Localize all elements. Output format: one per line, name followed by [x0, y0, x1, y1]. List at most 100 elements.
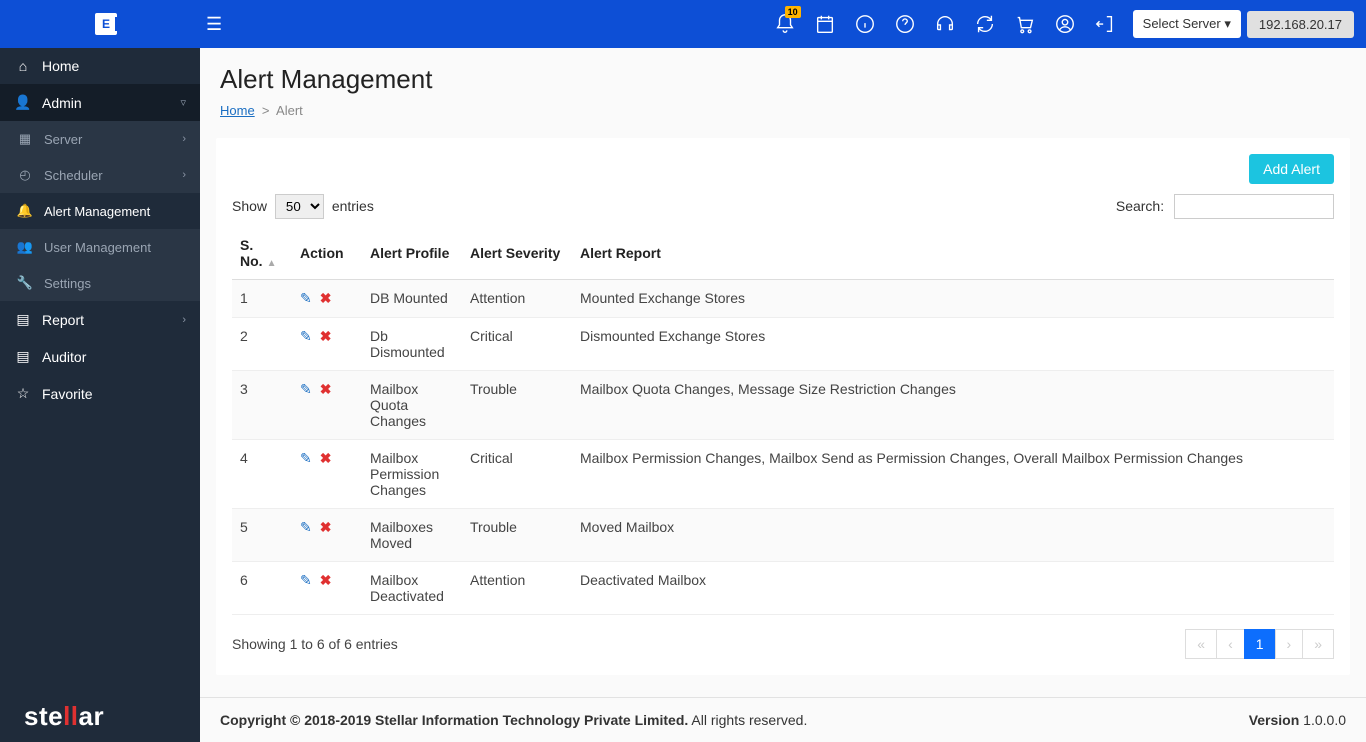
col-profile[interactable]: Alert Profile [362, 227, 462, 280]
cell-report: Mounted Exchange Stores [572, 280, 1334, 318]
version-value: 1.0.0.0 [1299, 712, 1346, 728]
sidebar-item-alert-management[interactable]: 🔔 Alert Management [0, 193, 200, 229]
edit-icon[interactable]: ✎ [300, 572, 312, 588]
page-last-button[interactable]: » [1302, 629, 1334, 659]
top-bar: E ☰ 10 Select Server ▾ 192.168.20.17 [0, 0, 1366, 48]
delete-icon[interactable]: ✖ [320, 450, 332, 466]
edit-icon[interactable]: ✎ [300, 290, 312, 306]
cell-action: ✎✖ [292, 371, 362, 440]
chevron-right-icon: › [182, 133, 186, 145]
cell-report: Mailbox Permission Changes, Mailbox Send… [572, 440, 1334, 509]
edit-icon[interactable]: ✎ [300, 450, 312, 466]
cell-severity: Critical [462, 440, 572, 509]
sidebar: ⌂ Home 👤 Admin ▿ ▦ Server › ◴ Scheduler … [0, 48, 200, 742]
profile-button[interactable] [1045, 0, 1085, 48]
sidebar-item-report[interactable]: ▤ Report › [0, 301, 200, 338]
server-select-dropdown[interactable]: Select Server ▾ [1133, 10, 1241, 38]
user-icon [1054, 13, 1076, 35]
cell-report: Dismounted Exchange Stores [572, 318, 1334, 371]
home-icon: ⌂ [14, 58, 32, 74]
sidebar-item-scheduler[interactable]: ◴ Scheduler › [0, 157, 200, 193]
caret-down-icon: ▾ [1224, 16, 1231, 31]
edit-icon[interactable]: ✎ [300, 381, 312, 397]
edit-icon[interactable]: ✎ [300, 328, 312, 344]
wrench-icon: 🔧 [16, 275, 34, 291]
users-icon: 👥 [16, 239, 34, 255]
delete-icon[interactable]: ✖ [320, 519, 332, 535]
report-icon: ▤ [14, 311, 32, 328]
showing-info: Showing 1 to 6 of 6 entries [232, 636, 398, 652]
search-control: Search: [1116, 194, 1334, 219]
search-input[interactable] [1174, 194, 1334, 219]
table-row: 6✎✖Mailbox DeactivatedAttentionDeactivat… [232, 562, 1334, 615]
page-size-control: Show 50 entries [232, 194, 374, 219]
cell-report: Moved Mailbox [572, 509, 1334, 562]
chevron-down-icon: ▿ [180, 96, 186, 109]
edit-icon[interactable]: ✎ [300, 519, 312, 535]
admin-submenu: ▦ Server › ◴ Scheduler › 🔔 Alert Managem… [0, 121, 200, 301]
sidebar-item-home[interactable]: ⌂ Home [0, 48, 200, 84]
cart-button[interactable] [1005, 0, 1045, 48]
sidebar-item-admin[interactable]: 👤 Admin ▿ [0, 84, 200, 121]
delete-icon[interactable]: ✖ [320, 572, 332, 588]
headset-icon [934, 13, 956, 35]
col-action[interactable]: Action [292, 227, 362, 280]
cell-action: ✎✖ [292, 562, 362, 615]
help-button[interactable] [885, 0, 925, 48]
pagination: « ‹ 1 › » [1186, 629, 1334, 659]
menu-toggle-icon[interactable]: ☰ [206, 14, 222, 35]
cell-profile: Mailbox Quota Changes [362, 371, 462, 440]
auditor-icon: ▤ [14, 348, 32, 365]
server-ip-display: 192.168.20.17 [1247, 11, 1354, 38]
page-prev-button[interactable]: ‹ [1216, 629, 1245, 659]
server-select-label: Select Server [1143, 16, 1221, 31]
question-icon [894, 13, 916, 35]
version-label: Version [1249, 712, 1300, 728]
page-first-button[interactable]: « [1185, 629, 1217, 659]
sidebar-item-settings[interactable]: 🔧 Settings [0, 265, 200, 301]
alerts-card: Add Alert Show 50 entries Search: S. No.… [216, 138, 1350, 675]
info-button[interactable] [845, 0, 885, 48]
cell-severity: Attention [462, 280, 572, 318]
alerts-table: S. No.▲ Action Alert Profile Alert Sever… [232, 227, 1334, 615]
chevron-right-icon: › [182, 314, 186, 326]
col-severity[interactable]: Alert Severity [462, 227, 572, 280]
col-report[interactable]: Alert Report [572, 227, 1334, 280]
cell-report: Deactivated Mailbox [572, 562, 1334, 615]
sync-button[interactable] [965, 0, 1005, 48]
brand-logo: stellar [0, 687, 200, 742]
delete-icon[interactable]: ✖ [320, 290, 332, 306]
calendar-icon [814, 13, 836, 35]
bell-icon: 🔔 [16, 203, 34, 219]
notifications-button[interactable]: 10 [765, 0, 805, 48]
col-sno[interactable]: S. No.▲ [232, 227, 292, 280]
sidebar-item-user-management[interactable]: 👥 User Management [0, 229, 200, 265]
cell-profile: Db Dismounted [362, 318, 462, 371]
cell-profile: DB Mounted [362, 280, 462, 318]
delete-icon[interactable]: ✖ [320, 328, 332, 344]
page-next-button[interactable]: › [1275, 629, 1304, 659]
sidebar-item-auditor[interactable]: ▤ Auditor [0, 338, 200, 375]
support-button[interactable] [925, 0, 965, 48]
page-number-1[interactable]: 1 [1244, 629, 1276, 659]
table-row: 1✎✖DB MountedAttentionMounted Exchange S… [232, 280, 1334, 318]
cell-profile: Mailbox Permission Changes [362, 440, 462, 509]
calendar-button[interactable] [805, 0, 845, 48]
chevron-right-icon: › [182, 169, 186, 181]
cell-action: ✎✖ [292, 280, 362, 318]
cell-sno: 4 [232, 440, 292, 509]
page-title: Alert Management [220, 64, 1346, 95]
add-alert-button[interactable]: Add Alert [1249, 154, 1334, 184]
cell-sno: 6 [232, 562, 292, 615]
logout-button[interactable] [1085, 0, 1125, 48]
breadcrumb-home[interactable]: Home [220, 103, 255, 118]
sidebar-item-favorite[interactable]: ☆ Favorite [0, 375, 200, 412]
user-icon: 👤 [14, 94, 32, 111]
breadcrumb: Home > Alert [220, 103, 1346, 118]
main-content: Alert Management Home > Alert Add Alert … [200, 48, 1366, 742]
delete-icon[interactable]: ✖ [320, 381, 332, 397]
sidebar-item-server[interactable]: ▦ Server › [0, 121, 200, 157]
table-row: 2✎✖Db DismountedCriticalDismounted Excha… [232, 318, 1334, 371]
page-size-select[interactable]: 50 [275, 194, 324, 219]
table-row: 3✎✖Mailbox Quota ChangesTroubleMailbox Q… [232, 371, 1334, 440]
